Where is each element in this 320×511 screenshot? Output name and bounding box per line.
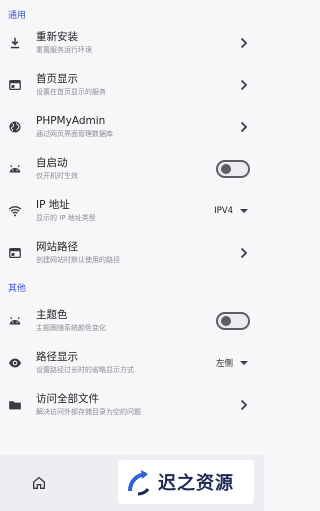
setting-all-files-access[interactable]: 访问全部文件 解决访问外部存储目录为空的问题 [0, 384, 264, 426]
chevron-right-icon [240, 121, 248, 133]
setting-ip-address[interactable]: IP 地址 显示的 IP 地址类型 IPV4 [0, 190, 264, 232]
eye-icon [8, 356, 22, 370]
android-icon [8, 162, 22, 176]
setting-title: 网站路径 [36, 241, 78, 253]
chevron-right-icon [240, 37, 248, 49]
setting-title: IP 地址 [36, 199, 70, 211]
setting-subtitle: 显示的 IP 地址类型 [36, 214, 96, 222]
folder-icon [8, 398, 22, 412]
toggle-knob [221, 316, 231, 326]
section-header-general: 通用 [8, 10, 27, 21]
setting-subtitle: 设置路径过长时的省略显示方式 [36, 366, 134, 374]
watermark: 迟之资源 [118, 460, 254, 504]
section-header-other: 其他 [8, 283, 27, 294]
theme-color-toggle[interactable] [216, 312, 250, 330]
path-display-dropdown[interactable]: 左侧 [216, 357, 248, 369]
setting-title: 路径显示 [36, 351, 78, 363]
setting-title: 重新安装 [36, 31, 78, 43]
setting-title: 访问全部文件 [36, 393, 99, 405]
autostart-toggle[interactable] [216, 160, 250, 178]
chevron-right-icon [240, 79, 248, 91]
setting-subtitle: 主题跟随系统颜色变化 [36, 324, 106, 332]
window-icon [8, 246, 22, 260]
watermark-text: 迟之资源 [158, 473, 234, 494]
setting-reinstall[interactable]: 重新安装 重置服务运行环境 [0, 22, 264, 64]
setting-autostart[interactable]: 自启动 仅开机时生效 [0, 148, 264, 190]
setting-title: 主题色 [36, 309, 68, 321]
wifi-icon [8, 204, 22, 218]
dropdown-value: 左侧 [215, 359, 233, 369]
setting-subtitle: 设置在首页显示的服务 [36, 88, 106, 96]
globe-icon [8, 120, 22, 134]
setting-title: 自启动 [36, 157, 68, 169]
chevron-right-icon [240, 247, 248, 259]
caret-down-icon [240, 361, 248, 365]
download-icon [8, 36, 22, 50]
setting-title: PHPMyAdmin [36, 115, 106, 127]
home-icon[interactable] [31, 475, 47, 491]
bottom-navigation-bar: 迟之资源 [0, 455, 264, 511]
ip-type-dropdown[interactable]: IPV4 [214, 206, 248, 216]
setting-subtitle: 创建网站时默认使用的路径 [36, 256, 120, 264]
chevron-right-icon [240, 399, 248, 411]
setting-subtitle: 重置服务运行环境 [36, 46, 92, 54]
watermark-logo-icon [124, 467, 154, 497]
setting-subtitle: 通过网页界面管理数据库 [36, 130, 113, 138]
setting-site-path[interactable]: 网站路径 创建网站时默认使用的路径 [0, 232, 264, 274]
setting-phpmyadmin[interactable]: PHPMyAdmin 通过网页界面管理数据库 [0, 106, 264, 148]
setting-subtitle: 仅开机时生效 [36, 172, 78, 180]
setting-title: 首页显示 [36, 73, 78, 85]
setting-theme-color[interactable]: 主题色 主题跟随系统颜色变化 [0, 300, 264, 342]
setting-path-display[interactable]: 路径显示 设置路径过长时的省略显示方式 左侧 [0, 342, 264, 384]
setting-homepage[interactable]: 首页显示 设置在首页显示的服务 [0, 64, 264, 106]
caret-down-icon [240, 209, 248, 213]
setting-subtitle: 解决访问外部存储目录为空的问题 [36, 408, 141, 416]
android-icon [8, 314, 22, 328]
window-icon [8, 78, 22, 92]
dropdown-value: IPV4 [214, 206, 233, 216]
toggle-knob [221, 164, 231, 174]
